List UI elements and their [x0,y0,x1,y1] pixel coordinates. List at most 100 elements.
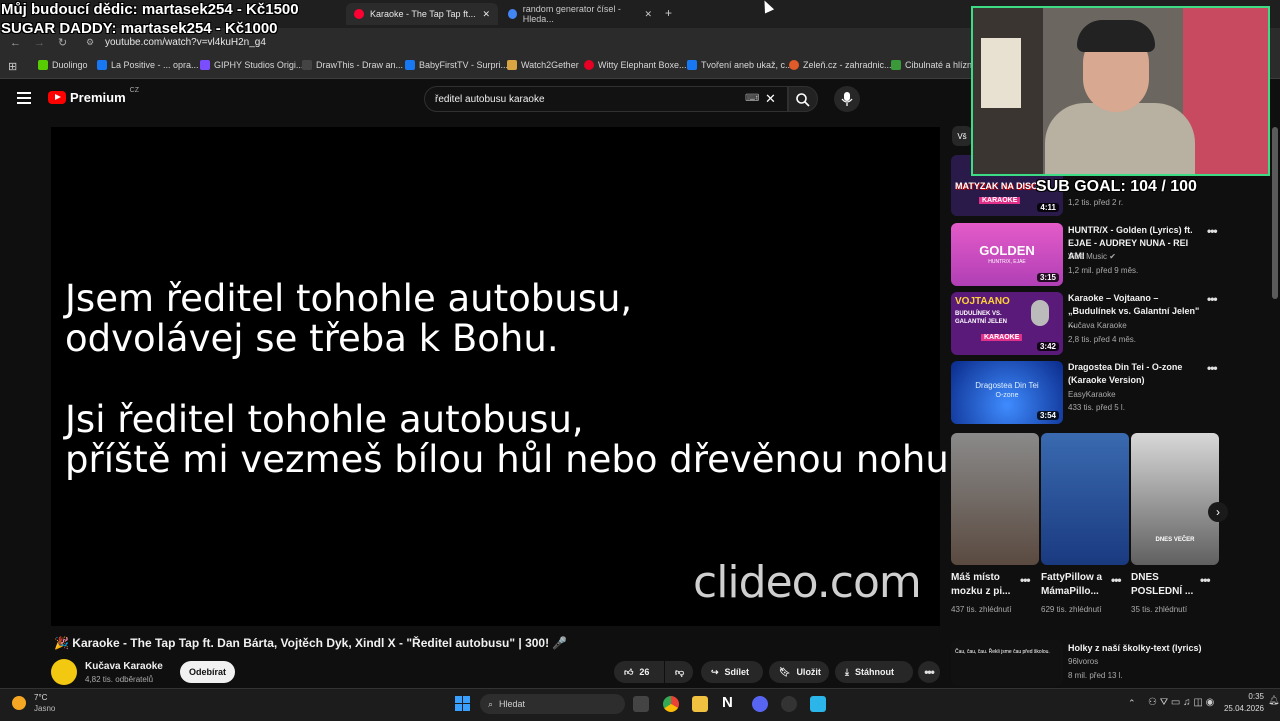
more-actions-button[interactable]: ••• [918,661,940,683]
channel-name[interactable]: 96lvoros [1068,657,1098,666]
thumbnail-subtext: HUNTR/X, EJAE [988,259,1026,265]
more-icon: ••• [924,665,935,679]
sub-goal-text: SUB GOAL: 104 / 100 [1036,178,1197,195]
channel-name[interactable]: EasyKaraoke [1068,390,1116,399]
bookmark-babyfirsttv[interactable]: BabyFirstTV - Surpri... [405,60,508,70]
tab-random-generator[interactable]: random generator čísel - Hleda... ✕ [500,3,660,25]
subscriber-count: 4,82 tis. odběratelů [85,675,154,684]
related-video-title[interactable]: Dragostea Din Tei - O-zone (Karaoke Vers… [1068,361,1206,387]
search-box[interactable]: ředitel autobusu karaoke ⌨ ✕ [424,86,788,112]
notion-icon[interactable]: N [722,694,733,711]
page-scrollbar[interactable] [1272,127,1278,299]
more-icon[interactable]: ••• [1020,573,1031,587]
share-button[interactable]: ↪ Sdílet [701,661,763,683]
weather-description: Jasno [34,704,56,713]
more-icon[interactable]: ••• [1207,292,1218,306]
related-video-thumbnail[interactable]: GOLDEN HUNTR/X, EJAE 3:15 [951,223,1063,286]
channel-name[interactable]: Vibe Music ✔ [1068,252,1116,261]
short-title[interactable]: DNES POSLEDNÍ ... [1131,571,1201,599]
cibulnate-icon [891,60,901,70]
region-label: CZ [129,87,139,94]
brand-label: Premium [70,90,126,105]
like-button[interactable]: 👍︎ 26 [614,661,664,683]
notepad-icon[interactable] [810,696,826,712]
back-icon[interactable]: ← [10,37,21,49]
dislike-button[interactable]: 👎︎ [665,661,693,683]
duolingo-icon [38,60,48,70]
video-meta: 433 tis. před 5 l. [1068,403,1125,412]
bookmark-witty-elephant[interactable]: Witty Elephant Boxe... [584,60,687,70]
new-tab-icon[interactable]: + [665,6,672,20]
weather-sun-icon[interactable] [12,696,26,710]
clear-search-icon[interactable]: ✕ [765,91,776,107]
clock-date[interactable]: 25.04.2026 [1222,704,1264,713]
start-windows-icon[interactable] [455,696,470,711]
subscribe-button[interactable]: Odebírat [180,661,235,683]
zelen-icon [789,60,799,70]
voice-search-button[interactable] [834,86,860,112]
related-video-thumbnail[interactable]: Čau, čau, čau. Řekli jsme čau před školo… [951,640,1063,686]
keyboard-icon[interactable]: ⌨ [745,93,759,104]
thumbnail-badge: KARAOKE [979,197,1021,204]
thumbs-up-icon: 👍︎ [624,666,634,677]
tray-icons[interactable]: ⚇ ⛛ ▭ ♫ ◫ ◉ [1148,697,1214,708]
taskbar-search[interactable]: ⌕ Hledat [480,694,625,714]
more-icon[interactable]: ••• [1207,224,1218,238]
close-icon[interactable]: ✕ [482,9,490,20]
bookmark-drawthis[interactable]: DrawThis - Draw an... [302,60,403,70]
site-info-icon[interactable]: ⚙ [86,37,94,48]
short-thumbnail[interactable] [1041,433,1129,565]
forward-icon[interactable]: → [34,37,45,49]
save-button[interactable]: 🔖︎ Uložit [769,661,829,683]
related-video-thumbnail[interactable]: VOJTAANO BUDULÍNEK VS. GALANTNÍ JELEN KA… [951,292,1063,355]
drawthis-icon [302,60,312,70]
channel-name[interactable]: Kučava Karaoke [1068,321,1127,330]
tray-expand-icon[interactable]: ⌃ [1128,698,1136,709]
chrome-icon[interactable] [663,696,679,712]
filter-chip-all[interactable]: Vš [952,126,972,146]
search-icon: ⌕ [488,698,494,709]
short-thumbnail[interactable] [951,433,1039,565]
channel-name[interactable]: Kučava Karaoke [85,661,163,672]
bookmark-tvoreni[interactable]: Tvoření aneb ukaž, c... [687,60,793,70]
clock-time[interactable]: 0:35 [1222,692,1264,701]
facebook-icon [687,60,697,70]
shorts-next-icon[interactable]: › [1208,502,1228,522]
close-icon[interactable]: ✕ [644,9,652,20]
thumbnail-text: Dragostea Din Tei [975,381,1039,390]
bookmark-duolingo[interactable]: Duolingo [38,60,88,70]
short-thumbnail[interactable]: DNES VEČER [1131,433,1219,565]
notifications-icon[interactable]: 🔔︎ [1268,695,1279,706]
short-title[interactable]: Máš místo mozku z pi... [951,571,1021,599]
bookmark-giphy[interactable]: GIPHY Studios Origi... [200,60,303,70]
thumbnail-text: GOLDEN [979,243,1035,258]
more-icon[interactable]: ••• [1200,573,1211,587]
search-button[interactable] [788,86,818,112]
bookmark-la-positive[interactable]: La Positive - ... opra... [97,60,199,70]
tab-karaoke[interactable]: Karaoke - The Tap Tap ft... ✕ [346,3,498,25]
menu-icon[interactable] [17,92,31,104]
bookmark-watch2gether[interactable]: Watch2Gether [507,60,579,70]
video-player[interactable] [51,127,940,626]
url-field[interactable]: youtube.com/watch?v=vl4kuH2n_g4 [105,37,266,48]
related-video-title[interactable]: Holky z naší školky-text (lyrics) [1068,642,1206,655]
obs-icon[interactable] [781,696,797,712]
reload-icon[interactable]: ↻ [58,36,67,49]
youtube-premium-logo[interactable]: Premium CZ [48,87,139,105]
more-icon[interactable]: ••• [1111,573,1122,587]
file-explorer-icon[interactable] [692,696,708,712]
short-title[interactable]: FattyPillow a MámaPillo... [1041,571,1111,599]
related-video-thumbnail[interactable]: Dragostea Din Tei O-zone 3:54 [951,361,1063,424]
discord-icon[interactable] [752,696,768,712]
download-button[interactable]: ⤓ Stáhnout [835,661,913,683]
thumbnail-subtext: O-zone [995,392,1019,399]
more-icon[interactable]: ••• [1207,361,1218,375]
apps-grid-icon[interactable]: ⊞ [8,60,17,73]
bookmark-zelen[interactable]: Zeleň.cz - zahradnic... [789,60,892,70]
search-input[interactable]: ředitel autobusu karaoke [435,94,545,105]
channel-avatar[interactable] [51,659,77,685]
taskbar-search-input[interactable]: Hledat [499,699,525,709]
facebook-icon [97,60,107,70]
task-view-icon[interactable] [633,696,649,712]
search-icon [796,93,810,107]
